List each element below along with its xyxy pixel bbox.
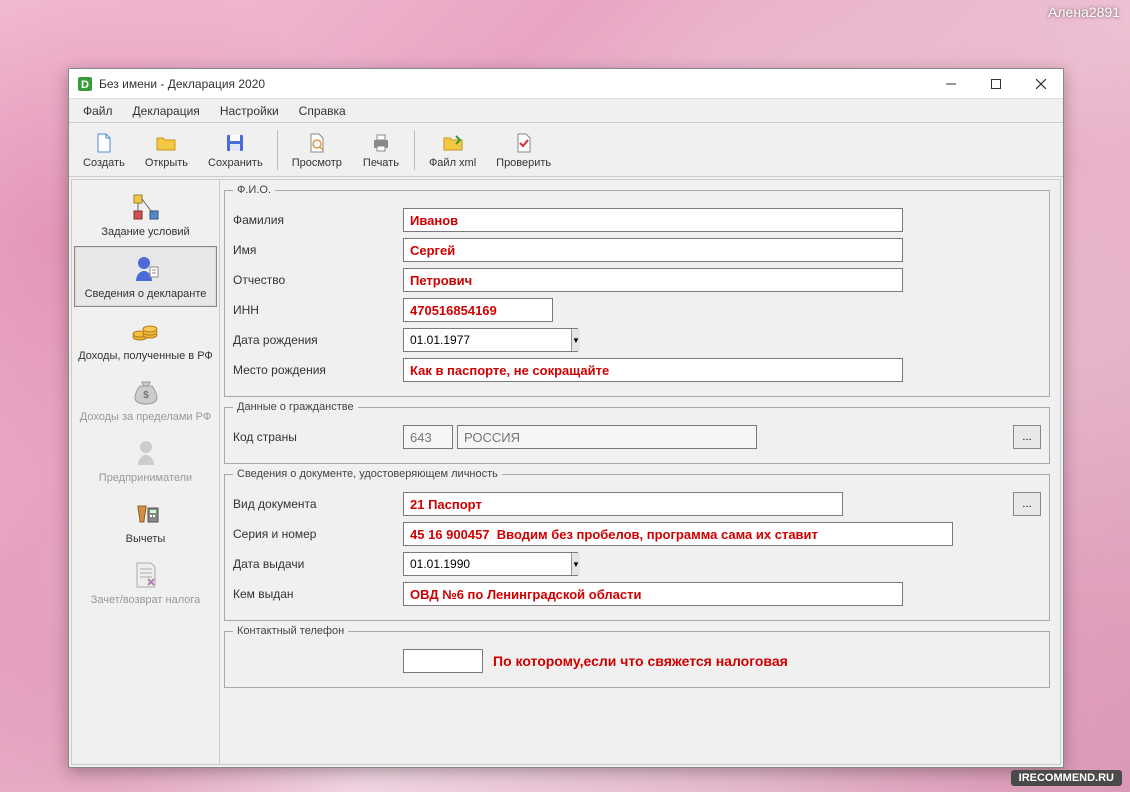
- print-icon: [369, 131, 393, 155]
- sidebar-item-deductions[interactable]: Вычеты: [74, 492, 217, 551]
- fieldset-phone: Контактный телефон По которому,если что …: [224, 625, 1050, 688]
- content-area: Задание условий Сведения о декларанте До…: [71, 179, 1061, 765]
- coins-icon: [130, 315, 162, 347]
- fio-legend: Ф.И.О.: [233, 184, 275, 196]
- toolbar-print[interactable]: Печать: [352, 127, 410, 173]
- sidebar-item-conditions[interactable]: Задание условий: [74, 185, 217, 244]
- country-browse-button[interactable]: ...: [1013, 425, 1041, 449]
- patronymic-label: Отчество: [233, 273, 403, 287]
- toolbar-preview[interactable]: Просмотр: [282, 127, 352, 173]
- sidebar-item-label: Доходы за пределами РФ: [80, 411, 211, 423]
- issue-date-picker[interactable]: ▼: [403, 552, 578, 576]
- fieldset-document: Сведения о документе, удостоверяющем лич…: [224, 468, 1050, 621]
- svg-text:D: D: [81, 79, 89, 91]
- menubar: Файл Декларация Настройки Справка: [69, 99, 1063, 123]
- watermark-user: Алена2891: [1048, 4, 1120, 20]
- country-code-label: Код страны: [233, 430, 403, 444]
- dob-picker[interactable]: ▼: [403, 328, 578, 352]
- sidebar-item-label: Зачет/возврат налога: [91, 594, 201, 606]
- menu-settings[interactable]: Настройки: [210, 100, 289, 122]
- sidebar-item-declarant[interactable]: Сведения о декларанте: [74, 246, 217, 307]
- document-icon: [130, 559, 162, 591]
- sidebar-item-label: Задание условий: [101, 226, 189, 238]
- doc-type-label: Вид документа: [233, 497, 403, 511]
- sidebar-item-label: Сведения о декларанте: [85, 288, 207, 300]
- entrepreneur-icon: [130, 437, 162, 469]
- watermark-site: IRECOMMEND.RU: [1011, 770, 1122, 786]
- sidebar: Задание условий Сведения о декларанте До…: [72, 180, 220, 764]
- toolbar: Создать Открыть Сохранить Просмотр Печат…: [69, 123, 1063, 177]
- menu-file[interactable]: Файл: [73, 100, 123, 122]
- name-label: Имя: [233, 243, 403, 257]
- xml-icon: [441, 131, 465, 155]
- new-file-icon: [92, 131, 116, 155]
- conditions-icon: [130, 191, 162, 223]
- fieldset-citizenship: Данные о гражданстве Код страны ...: [224, 401, 1050, 464]
- maximize-button[interactable]: [973, 69, 1018, 99]
- sidebar-item-entrepreneur: Предприниматели: [74, 431, 217, 490]
- check-icon: [512, 131, 536, 155]
- titlebar[interactable]: D Без имени - Декларация 2020: [69, 69, 1063, 99]
- person-icon: [130, 253, 162, 285]
- country-code-input: [403, 425, 453, 449]
- chevron-down-icon[interactable]: ▼: [571, 553, 580, 575]
- sidebar-item-income-foreign: $ Доходы за пределами РФ: [74, 370, 217, 429]
- menu-help[interactable]: Справка: [289, 100, 356, 122]
- toolbar-xml[interactable]: Файл xml: [419, 127, 486, 173]
- sidebar-item-tax-return: Зачет/возврат налога: [74, 553, 217, 612]
- surname-label: Фамилия: [233, 213, 403, 227]
- document-legend: Сведения о документе, удостоверяющем лич…: [233, 468, 502, 480]
- app-icon: D: [77, 76, 93, 92]
- phone-input[interactable]: [403, 649, 483, 673]
- issue-date-input[interactable]: [404, 553, 571, 575]
- window-title: Без имени - Декларация 2020: [99, 77, 928, 91]
- preview-icon: [305, 131, 329, 155]
- deductions-icon: [130, 498, 162, 530]
- doc-type-input[interactable]: [403, 492, 843, 516]
- issuer-label: Кем выдан: [233, 587, 403, 601]
- sidebar-item-label: Предприниматели: [99, 472, 192, 484]
- sidebar-item-label: Вычеты: [126, 533, 166, 545]
- toolbar-save[interactable]: Сохранить: [198, 127, 273, 173]
- dob-input[interactable]: [404, 329, 571, 351]
- inn-input[interactable]: [403, 298, 553, 322]
- save-icon: [223, 131, 247, 155]
- patronymic-input[interactable]: [403, 268, 903, 292]
- form-area: Ф.И.О. Фамилия Имя Отчество ИНН: [220, 180, 1060, 764]
- toolbar-separator: [414, 130, 415, 170]
- toolbar-open[interactable]: Открыть: [135, 127, 198, 173]
- toolbar-check[interactable]: Проверить: [486, 127, 561, 173]
- moneybag-icon: $: [130, 376, 162, 408]
- chevron-down-icon[interactable]: ▼: [571, 329, 580, 351]
- phone-annotation: По которому,если что свяжется налоговая: [487, 653, 788, 669]
- issuer-input[interactable]: [403, 582, 903, 606]
- pob-label: Место рождения: [233, 363, 403, 377]
- issue-date-label: Дата выдачи: [233, 557, 403, 571]
- citizenship-legend: Данные о гражданстве: [233, 401, 358, 413]
- close-button[interactable]: [1018, 69, 1063, 99]
- pob-input[interactable]: [403, 358, 903, 382]
- phone-legend: Контактный телефон: [233, 625, 348, 637]
- dob-label: Дата рождения: [233, 333, 403, 347]
- toolbar-separator: [277, 130, 278, 170]
- app-window: D Без имени - Декларация 2020 Файл Декла…: [68, 68, 1064, 768]
- series-input[interactable]: [403, 522, 953, 546]
- doc-type-browse-button[interactable]: ...: [1013, 492, 1041, 516]
- surname-input[interactable]: [403, 208, 903, 232]
- name-input[interactable]: [403, 238, 903, 262]
- series-label: Серия и номер: [233, 527, 403, 541]
- svg-text:$: $: [143, 390, 149, 401]
- open-folder-icon: [154, 131, 178, 155]
- minimize-button[interactable]: [928, 69, 973, 99]
- toolbar-create[interactable]: Создать: [73, 127, 135, 173]
- inn-label: ИНН: [233, 303, 403, 317]
- sidebar-item-income-rf[interactable]: Доходы, полученные в РФ: [74, 309, 217, 368]
- menu-declaration[interactable]: Декларация: [123, 100, 210, 122]
- fieldset-fio: Ф.И.О. Фамилия Имя Отчество ИНН: [224, 184, 1050, 397]
- country-name-input: [457, 425, 757, 449]
- sidebar-item-label: Доходы, полученные в РФ: [78, 350, 213, 362]
